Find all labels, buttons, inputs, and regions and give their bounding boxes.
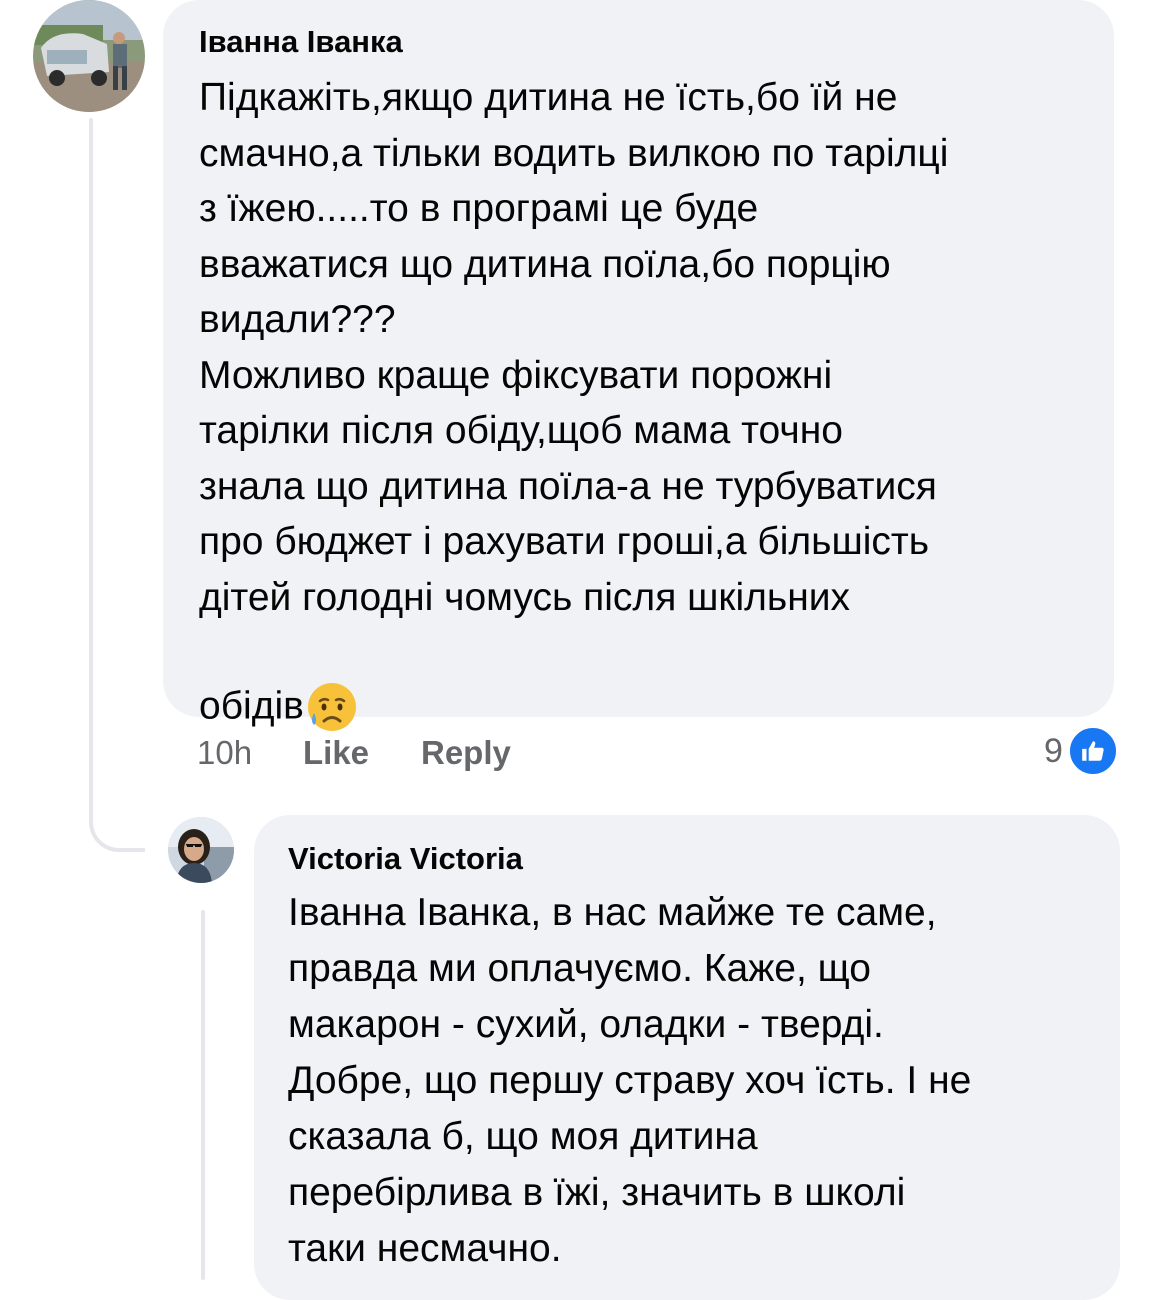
comment-actions: 10h Like Reply bbox=[197, 734, 697, 774]
comment-bubble: Victoria Victoria Іванна Іванка, в нас м… bbox=[254, 815, 1120, 1300]
thread-line-main bbox=[89, 118, 93, 820]
comment-author[interactable]: Victoria Victoria bbox=[288, 839, 1086, 879]
reaction-summary[interactable]: 9 bbox=[1044, 725, 1119, 777]
comment-text: Іванна Іванка, в нас майже те саме, прав… bbox=[288, 891, 972, 1270]
profile-photo-icon bbox=[33, 0, 145, 112]
comment-timestamp[interactable]: 10h bbox=[197, 734, 252, 772]
reply-button[interactable]: Reply bbox=[421, 734, 511, 772]
reaction-count: 9 bbox=[1044, 731, 1063, 770]
sad-relieved-face-icon bbox=[306, 625, 358, 731]
avatar[interactable] bbox=[33, 0, 145, 112]
comment-author[interactable]: Іванна Іванка bbox=[199, 22, 1078, 62]
comment-bubble: Іванна Іванка Підкажіть,якщо дитина не ї… bbox=[163, 0, 1114, 731]
comment-text: Підкажіть,якщо дитина не їсть,бо їй не с… bbox=[199, 70, 1078, 734]
thumbs-up-icon bbox=[1066, 725, 1119, 777]
avatar[interactable] bbox=[168, 817, 234, 883]
profile-photo-icon bbox=[168, 817, 234, 883]
thread-line-reply bbox=[201, 910, 205, 1280]
like-button[interactable]: Like bbox=[303, 734, 369, 772]
thread-line-curve bbox=[89, 790, 145, 852]
